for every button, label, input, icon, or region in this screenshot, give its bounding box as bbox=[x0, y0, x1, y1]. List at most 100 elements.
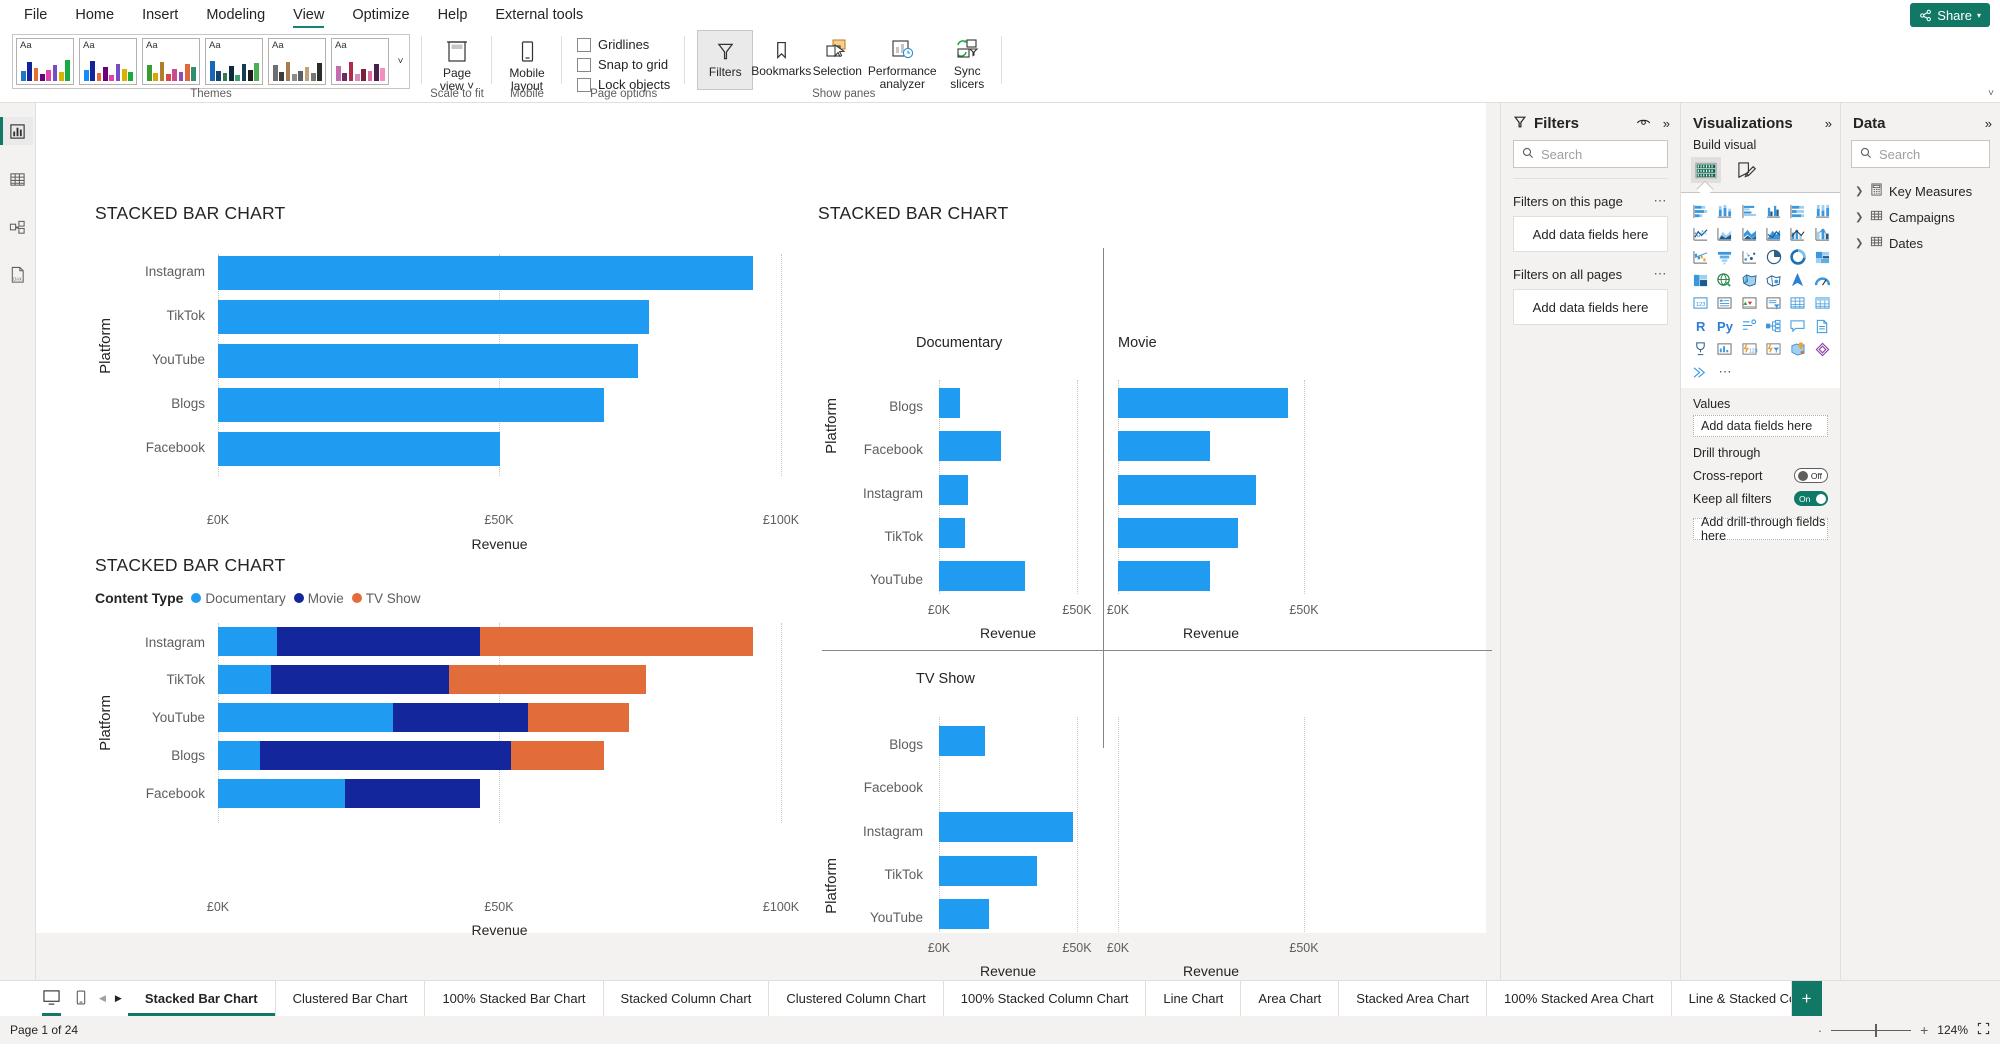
line-and-clustered-column-chart-icon[interactable] bbox=[1786, 224, 1809, 244]
bar-segment-tvshow[interactable] bbox=[511, 741, 604, 770]
bar-blogs[interactable] bbox=[939, 388, 960, 418]
page-view-button[interactable]: Page view ˅ bbox=[429, 32, 485, 93]
100-stacked-bar-chart-icon[interactable] bbox=[1786, 201, 1809, 221]
checkbox-snap-to-grid[interactable]: Snap to grid bbox=[577, 57, 670, 72]
funnel-chart-icon[interactable] bbox=[1713, 247, 1736, 267]
theme-swatch-3[interactable]: Aa bbox=[142, 38, 200, 85]
theme-swatch-4[interactable]: Aa bbox=[205, 38, 263, 85]
page-tab-clustered-bar-chart[interactable]: Clustered Bar Chart bbox=[275, 981, 426, 1016]
bar-instagram[interactable] bbox=[939, 475, 968, 505]
narrative-icon[interactable] bbox=[1713, 339, 1736, 359]
donut-chart-icon[interactable] bbox=[1786, 247, 1809, 267]
fit-to-page-icon[interactable] bbox=[1977, 1022, 1990, 1038]
hide-filters-eye-icon[interactable] bbox=[1636, 116, 1651, 131]
treemap-icon[interactable] bbox=[1811, 247, 1834, 267]
power-apps-icon[interactable]: 123 bbox=[1738, 339, 1761, 359]
bar-segment-movie[interactable] bbox=[271, 665, 449, 694]
ribbon-tab-optimize[interactable]: Optimize bbox=[338, 0, 423, 30]
share-button[interactable]: Share ▾ bbox=[1910, 3, 1990, 27]
multi-row-card-icon[interactable] bbox=[1713, 293, 1736, 313]
visual-stacked-bar-legend[interactable]: STACKED BAR CHART Content Type Documenta… bbox=[95, 555, 799, 938]
theme-swatch-5[interactable]: Aa bbox=[268, 38, 326, 85]
legend-item-documentary[interactable]: Documentary bbox=[191, 591, 286, 606]
bar-segment-tvshow[interactable] bbox=[480, 627, 753, 656]
report-canvas-area[interactable]: STACKED BAR CHART Platform Instagram Tik… bbox=[36, 103, 1500, 980]
desktop-layout-icon[interactable] bbox=[42, 989, 61, 1016]
values-dropzone[interactable]: Add data fields here bbox=[1693, 415, 1828, 437]
bar-blogs[interactable] bbox=[218, 388, 604, 422]
azure-map-icon[interactable] bbox=[1762, 270, 1785, 290]
bar-segment-documentary[interactable] bbox=[218, 779, 345, 808]
page-tab-stacked-bar-chart[interactable]: Stacked Bar Chart bbox=[127, 981, 276, 1016]
zoom-in-icon[interactable]: + bbox=[1920, 1023, 1928, 1037]
line-chart-icon[interactable] bbox=[1689, 224, 1712, 244]
page-tab-clustered-column-chart[interactable]: Clustered Column Chart bbox=[769, 981, 944, 1016]
theme-swatch-2[interactable]: Aa bbox=[79, 38, 137, 85]
page-tab-100-stacked-bar-chart[interactable]: 100% Stacked Bar Chart bbox=[425, 981, 604, 1016]
page-tab-100-stacked-column-chart[interactable]: 100% Stacked Column Chart bbox=[943, 981, 1147, 1016]
decomposition-tree-icon[interactable] bbox=[1762, 316, 1785, 336]
mobile-layout-button[interactable]: Mobile layout bbox=[499, 32, 555, 93]
bookmarks-pane-button[interactable]: Bookmarks bbox=[751, 30, 811, 78]
arcgis-map-icon[interactable] bbox=[1786, 270, 1809, 290]
metrics-icon[interactable] bbox=[1689, 339, 1712, 359]
themes-expand-chevron-icon[interactable]: ˅ bbox=[394, 56, 407, 67]
data-table-dates[interactable]: ❯ Dates bbox=[1851, 230, 1990, 256]
bar-segment-documentary[interactable] bbox=[218, 741, 260, 770]
table-icon[interactable] bbox=[1786, 293, 1809, 313]
bar-facebook[interactable] bbox=[1118, 431, 1210, 461]
collapse-visualizations-pane-icon[interactable]: » bbox=[1825, 116, 1832, 131]
collapse-filters-pane-icon[interactable]: » bbox=[1663, 116, 1670, 131]
ribbon-tab-modeling[interactable]: Modeling bbox=[192, 0, 279, 30]
build-visual-icon[interactable] bbox=[1691, 157, 1721, 183]
drill-through-dropzone[interactable]: Add drill-through fields here bbox=[1693, 515, 1828, 543]
more-options-icon[interactable]: ⋯ bbox=[1654, 193, 1669, 209]
bar-segment-movie[interactable] bbox=[260, 741, 511, 770]
sidebar-item-table-view[interactable] bbox=[3, 165, 33, 193]
legend-item-tvshow[interactable]: TV Show bbox=[351, 591, 421, 606]
add-page-button[interactable]: + bbox=[1791, 981, 1822, 1016]
stacked-column-chart-icon[interactable] bbox=[1713, 201, 1736, 221]
bar-youtube[interactable] bbox=[939, 561, 1025, 591]
card-icon[interactable]: 123 bbox=[1689, 293, 1712, 313]
legend-item-movie[interactable]: Movie bbox=[293, 591, 344, 606]
gauge-icon[interactable] bbox=[1811, 270, 1834, 290]
bar-youtube[interactable] bbox=[939, 899, 989, 929]
cross-report-toggle[interactable]: Off bbox=[1794, 468, 1828, 483]
kpi-icon[interactable] bbox=[1738, 293, 1761, 313]
performance-analyzer-button[interactable]: Performance analyzer bbox=[865, 30, 939, 91]
arcgis-maps-icon[interactable] bbox=[1786, 339, 1809, 359]
keep-all-filters-toggle[interactable]: On bbox=[1794, 491, 1828, 506]
waterfall-chart-icon[interactable] bbox=[1689, 247, 1712, 267]
more-options-icon[interactable]: ⋯ bbox=[1654, 266, 1669, 282]
page-tab-line-chart[interactable]: Line Chart bbox=[1146, 981, 1242, 1016]
page-tab-stacked-area-chart[interactable]: Stacked Area Chart bbox=[1339, 981, 1488, 1016]
data-table-campaigns[interactable]: ❯ Campaigns bbox=[1851, 204, 1990, 230]
ribbon-tab-help[interactable]: Help bbox=[424, 0, 482, 30]
bar-youtube[interactable] bbox=[218, 344, 638, 378]
small-multiple-movie[interactable]: Movie £0K £50K Revenue bbox=[1103, 248, 1388, 648]
get-more-visuals-icon[interactable] bbox=[1689, 362, 1712, 382]
small-multiple-tv-show[interactable]: TV Show Blogs Facebook Instagram TikTok … bbox=[818, 651, 1103, 980]
small-multiple-documentary[interactable]: Documentary Blogs Facebook Instagram Tik… bbox=[818, 248, 1103, 648]
key-influencers-icon[interactable] bbox=[1738, 316, 1761, 336]
bar-segment-documentary[interactable] bbox=[218, 665, 271, 694]
chevron-right-icon[interactable]: ❯ bbox=[1855, 238, 1864, 249]
filters-search-input[interactable]: Search bbox=[1513, 140, 1668, 168]
sync-slicers-button[interactable]: Sync slicers bbox=[939, 30, 995, 91]
bar-segment-tvshow[interactable] bbox=[449, 665, 646, 694]
visual-stacked-bar-small-multiples[interactable]: STACKED BAR CHART Platform Platform Docu… bbox=[818, 203, 1492, 980]
clustered-column-chart-icon[interactable] bbox=[1762, 201, 1785, 221]
format-visual-icon[interactable] bbox=[1731, 157, 1761, 183]
bar-segment-movie[interactable] bbox=[393, 703, 528, 732]
chevron-right-icon[interactable]: ❯ bbox=[1855, 212, 1864, 223]
azure-ml-icon[interactable] bbox=[1811, 339, 1834, 359]
data-search-input[interactable]: Search bbox=[1851, 140, 1990, 168]
next-page-icon[interactable]: ▶ bbox=[115, 993, 122, 1004]
small-multiple-empty[interactable]: £0K £50K Revenue bbox=[1103, 651, 1388, 980]
collapse-data-pane-icon[interactable]: » bbox=[1985, 116, 1992, 131]
filled-map-icon[interactable] bbox=[1713, 270, 1736, 290]
collapse-ribbon-chevron-icon[interactable]: ˅ bbox=[1988, 88, 1994, 99]
bar-segment-documentary[interactable] bbox=[218, 627, 277, 656]
zoom-slider[interactable] bbox=[1831, 1023, 1912, 1037]
